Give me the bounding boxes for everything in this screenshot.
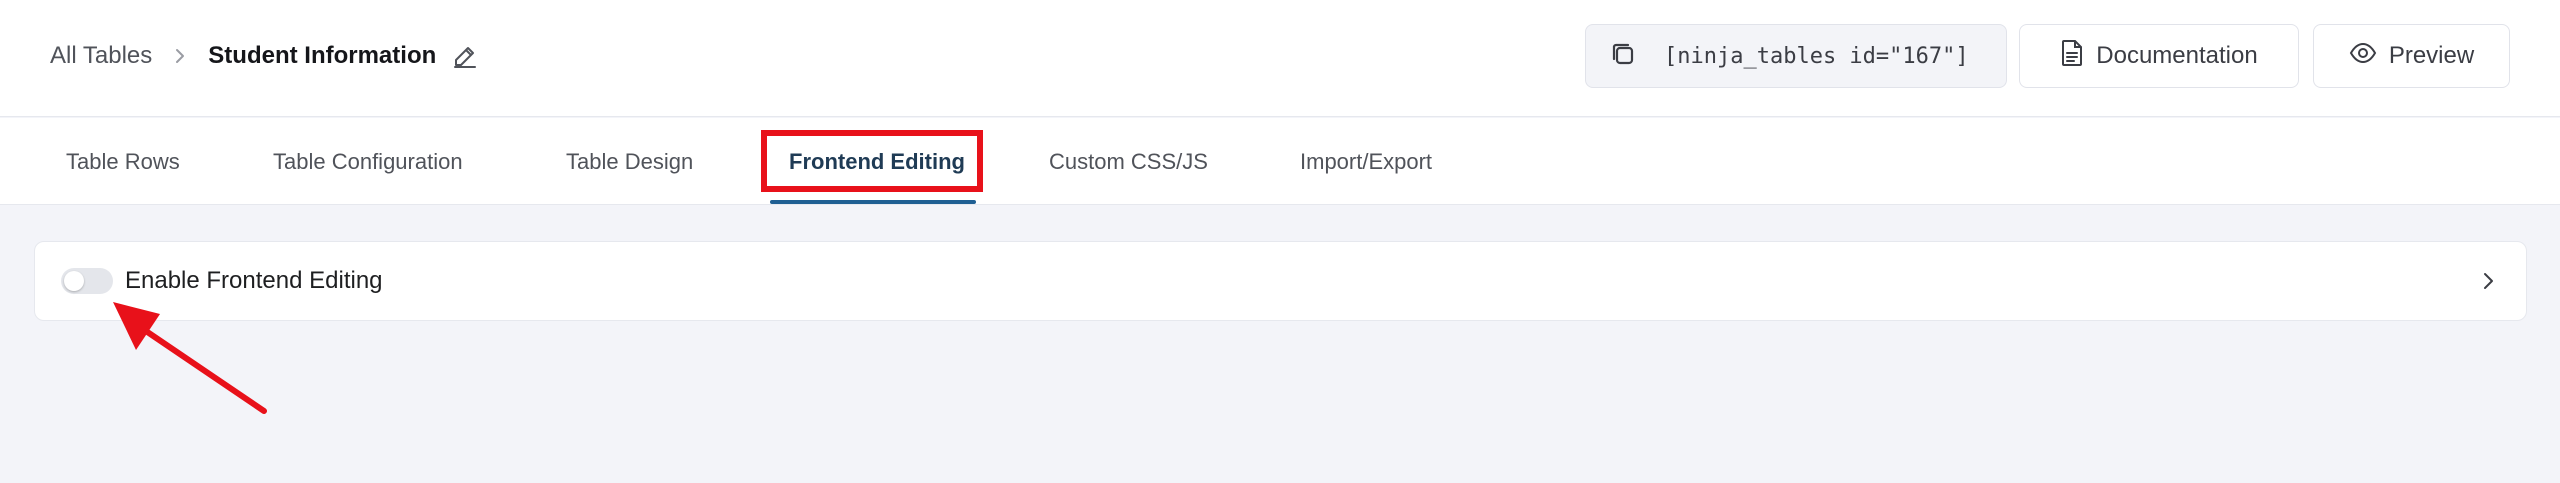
shortcode-text: [ninja_tables id="167"] <box>1664 43 1969 69</box>
frontend-editing-panel[interactable] <box>34 241 2527 321</box>
breadcrumb-all-tables[interactable]: All Tables <box>50 42 152 70</box>
tab-import-export[interactable]: Import/Export <box>1300 118 1432 205</box>
tab-table-design[interactable]: Table Design <box>566 118 693 205</box>
chevron-right-icon[interactable] <box>2478 268 2498 294</box>
pencil-icon[interactable] <box>452 43 478 69</box>
tab-table-configuration[interactable]: Table Configuration <box>273 118 463 205</box>
copy-icon[interactable] <box>1608 39 1638 74</box>
top-bar: All Tables Student Information [ninja_ta… <box>0 0 2560 117</box>
enable-frontend-editing-label: Enable Frontend Editing <box>125 267 383 294</box>
enable-frontend-editing-toggle[interactable] <box>61 268 113 294</box>
tab-custom-css-js[interactable]: Custom CSS/JS <box>1049 118 1208 205</box>
breadcrumb: All Tables Student Information <box>50 38 478 74</box>
page-title: Student Information <box>208 42 437 69</box>
tabs-bar: Table Rows Table Configuration Table Des… <box>0 118 2560 205</box>
preview-label: Preview <box>2388 42 2475 69</box>
documentation-button[interactable]: Documentation <box>2019 24 2299 88</box>
tab-table-rows[interactable]: Table Rows <box>66 118 180 205</box>
document-icon <box>2060 39 2084 74</box>
shortcode-copy-box[interactable]: [ninja_tables id="167"] <box>1585 24 2007 88</box>
documentation-label: Documentation <box>2096 42 2258 69</box>
chevron-right-icon <box>174 47 186 65</box>
highlight-box <box>761 130 983 192</box>
toggle-knob <box>64 271 84 291</box>
eye-icon <box>2349 42 2377 71</box>
active-tab-underline <box>770 200 976 204</box>
preview-button[interactable]: Preview <box>2313 24 2510 88</box>
